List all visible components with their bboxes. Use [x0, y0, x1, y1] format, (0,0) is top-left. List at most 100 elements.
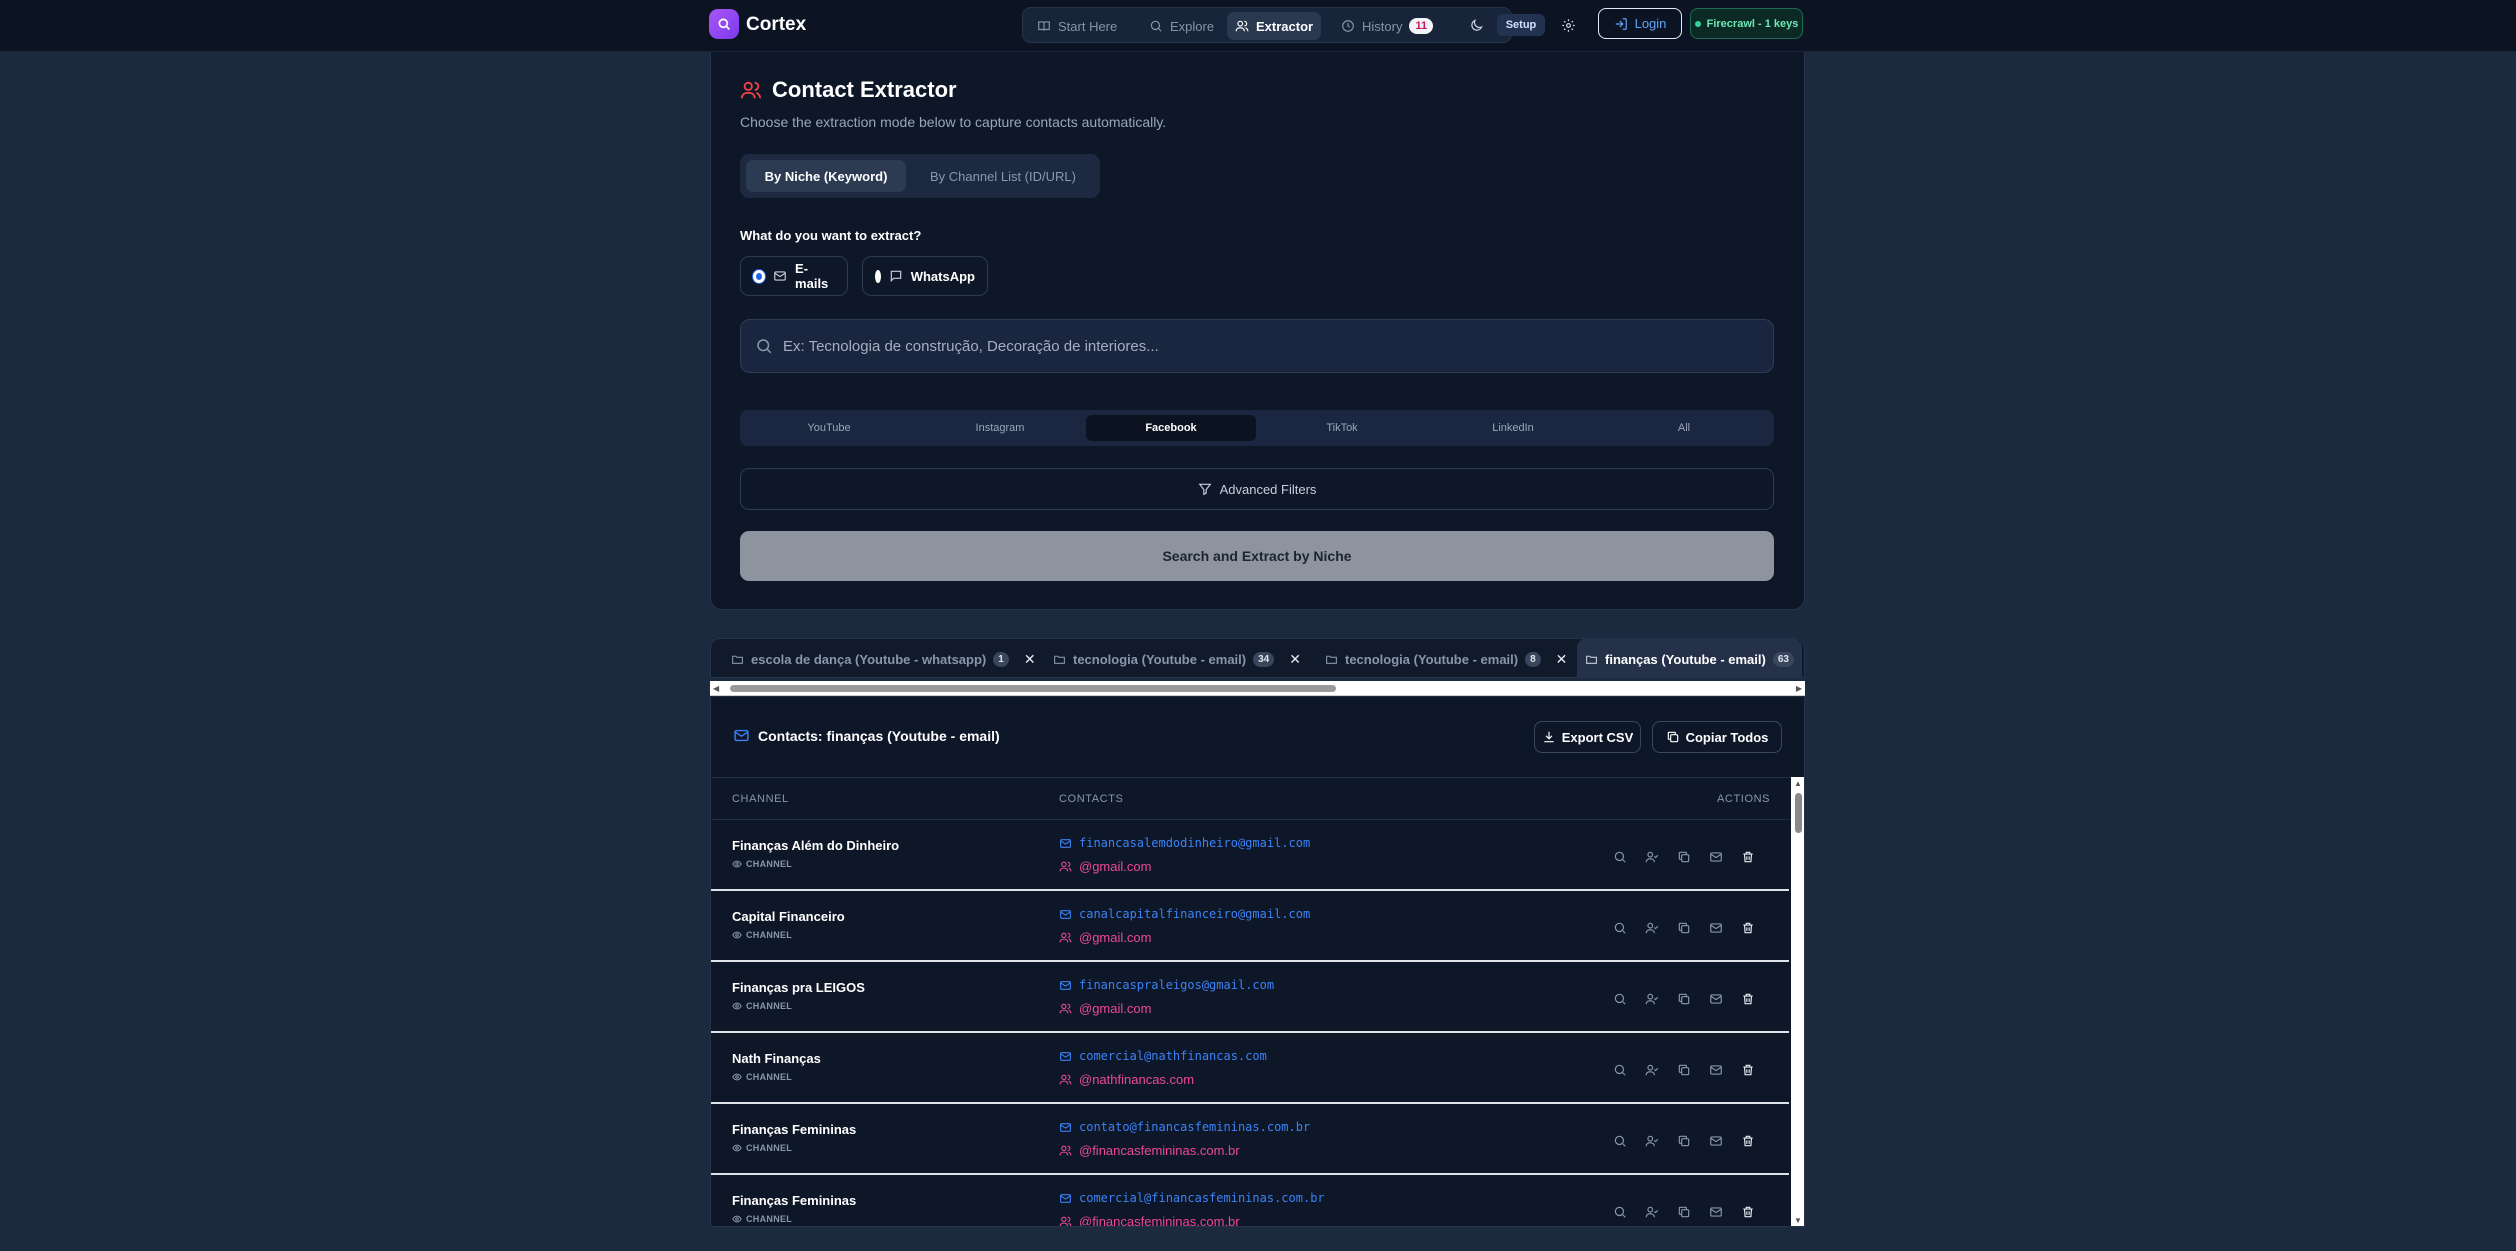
copy-icon[interactable]: [1675, 990, 1693, 1008]
export-csv-button[interactable]: Export CSV: [1534, 721, 1641, 753]
mail-icon[interactable]: [1707, 1132, 1725, 1150]
trash-icon[interactable]: [1739, 990, 1757, 1008]
scrollbar-thumb[interactable]: [730, 685, 1336, 692]
brand-name[interactable]: Cortex: [746, 14, 806, 36]
login-button[interactable]: Login: [1598, 8, 1682, 39]
close-icon[interactable]: ✕: [1289, 651, 1301, 668]
search-icon[interactable]: [1611, 1203, 1629, 1221]
advanced-filters-button[interactable]: Advanced Filters: [740, 468, 1774, 510]
tab-label: escola de dança (Youtube - whatsapp): [751, 651, 987, 667]
trash-icon[interactable]: [1739, 1061, 1757, 1079]
table-row[interactable]: Finanças Femininas CHANNEL contato@financa…: [711, 1104, 1789, 1175]
result-tab[interactable]: escola de dança (Youtube - whatsapp) 1 ✕: [731, 639, 1036, 677]
platform-instagram[interactable]: Instagram: [915, 415, 1085, 441]
setup-button[interactable]: Setup: [1497, 14, 1545, 36]
copy-icon[interactable]: [1675, 1061, 1693, 1079]
copy-all-button[interactable]: Copiar Todos: [1652, 721, 1782, 753]
mail-icon[interactable]: [1707, 990, 1725, 1008]
user-check-icon[interactable]: [1643, 919, 1661, 937]
user-check-icon[interactable]: [1643, 990, 1661, 1008]
mode-by-channel-list[interactable]: By Channel List (ID/URL): [912, 160, 1094, 192]
result-tab[interactable]: tecnologia (Youtube - email) 8 ✕: [1325, 639, 1568, 677]
platform-facebook[interactable]: Facebook: [1086, 415, 1256, 441]
mail-icon[interactable]: [1707, 1203, 1725, 1221]
nav-explore[interactable]: Explore: [1141, 12, 1222, 40]
contact-handle[interactable]: @financasfemininas.com.br: [1059, 1143, 1240, 1158]
contact-handle[interactable]: @gmail.com: [1059, 930, 1151, 945]
copy-icon[interactable]: [1675, 848, 1693, 866]
scroll-right-arrow-icon[interactable]: ▶: [1796, 684, 1802, 693]
copy-icon[interactable]: [1675, 1132, 1693, 1150]
table-row[interactable]: Capital Financeiro CHANNEL canalcapitalfin…: [711, 891, 1789, 962]
trash-icon[interactable]: [1739, 1203, 1757, 1221]
table-row[interactable]: Nath Finanças CHANNEL comercial@nathfinanc…: [711, 1033, 1789, 1104]
channel-name[interactable]: Finanças Femininas: [732, 1193, 856, 1208]
contact-handle[interactable]: @gmail.com: [1059, 859, 1151, 874]
scroll-up-arrow-icon[interactable]: ▲: [1794, 779, 1802, 788]
user-check-icon[interactable]: [1643, 848, 1661, 866]
logo-icon[interactable]: [709, 9, 739, 39]
search-extract-button[interactable]: Search and Extract by Niche: [740, 531, 1774, 581]
scrollbar-thumb[interactable]: [1795, 793, 1802, 833]
tabs-horizontal-scrollbar[interactable]: ◀ ▶: [710, 681, 1805, 696]
option-emails[interactable]: E-mails: [740, 256, 848, 296]
copy-icon[interactable]: [1675, 919, 1693, 937]
contact-email[interactable]: canalcapitalfinanceiro@gmail.com: [1059, 907, 1310, 921]
nav-start-here[interactable]: Start Here: [1029, 12, 1125, 40]
mail-icon[interactable]: [1707, 1061, 1725, 1079]
scroll-down-arrow-icon[interactable]: ▼: [1794, 1216, 1802, 1225]
search-icon[interactable]: [1611, 990, 1629, 1008]
trash-icon[interactable]: [1739, 1132, 1757, 1150]
table-row[interactable]: Finanças Femininas CHANNEL comercial@finan…: [711, 1175, 1789, 1226]
table-row[interactable]: Finanças Além do Dinheiro CHANNEL financas…: [711, 820, 1789, 891]
channel-type: CHANNEL: [732, 1214, 792, 1224]
contact-email[interactable]: financaspraleigos@gmail.com: [1059, 978, 1274, 992]
gear-icon[interactable]: [1556, 13, 1580, 37]
contact-handle[interactable]: @nathfinancas.com: [1059, 1072, 1194, 1087]
nav-history[interactable]: History 11: [1333, 12, 1441, 40]
search-icon[interactable]: [1611, 919, 1629, 937]
user-check-icon[interactable]: [1643, 1203, 1661, 1221]
contact-email[interactable]: contato@financasfemininas.com.br: [1059, 1120, 1310, 1134]
channel-name[interactable]: Finanças Além do Dinheiro: [732, 838, 899, 853]
search-icon[interactable]: [1611, 848, 1629, 866]
mode-by-niche[interactable]: By Niche (Keyword): [746, 160, 906, 192]
result-tab[interactable]: tecnologia (Youtube - email) 34 ✕: [1053, 639, 1301, 677]
mail-icon[interactable]: [1707, 919, 1725, 937]
search-icon[interactable]: [1611, 1061, 1629, 1079]
channel-name[interactable]: Finanças Femininas: [732, 1122, 856, 1137]
contact-email[interactable]: comercial@financasfemininas.com.br: [1059, 1191, 1325, 1205]
table-row[interactable]: Finanças pra LEIGOS CHANNEL financaspralei…: [711, 962, 1789, 1033]
platform-youtube[interactable]: YouTube: [744, 415, 914, 441]
close-icon[interactable]: ✕: [1556, 651, 1568, 668]
firecrawl-status-badge[interactable]: Firecrawl - 1 keys: [1690, 8, 1803, 39]
table-vertical-scrollbar[interactable]: ▲ ▼: [1791, 777, 1804, 1226]
channel-name[interactable]: Nath Finanças: [732, 1051, 821, 1066]
tab-count-badge: 63: [1772, 651, 1794, 667]
platform-all[interactable]: All: [1599, 415, 1769, 441]
search-icon[interactable]: [1611, 1132, 1629, 1150]
mail-icon[interactable]: [1707, 848, 1725, 866]
contact-email[interactable]: comercial@nathfinancas.com: [1059, 1049, 1267, 1063]
contact-handle[interactable]: @financasfemininas.com.br: [1059, 1214, 1240, 1226]
moon-icon[interactable]: [1464, 13, 1488, 37]
platform-tiktok[interactable]: TikTok: [1257, 415, 1427, 441]
nav-extractor[interactable]: Extractor: [1227, 12, 1322, 40]
user-check-icon[interactable]: [1643, 1061, 1661, 1079]
platform-linkedin[interactable]: LinkedIn: [1428, 415, 1598, 441]
trash-icon[interactable]: [1739, 919, 1757, 937]
users-icon: [1059, 860, 1072, 873]
copy-icon[interactable]: [1675, 1203, 1693, 1221]
result-tab-active[interactable]: finanças (Youtube - email) 63: [1577, 639, 1802, 677]
close-icon[interactable]: ✕: [1024, 651, 1036, 668]
channel-name[interactable]: Finanças pra LEIGOS: [732, 980, 865, 995]
user-check-icon[interactable]: [1643, 1132, 1661, 1150]
trash-icon[interactable]: [1739, 848, 1757, 866]
option-whatsapp[interactable]: WhatsApp: [862, 256, 988, 296]
channel-name[interactable]: Capital Financeiro: [732, 909, 845, 924]
users-icon: [1059, 931, 1072, 944]
contact-email[interactable]: financasalemdodinheiro@gmail.com: [1059, 836, 1310, 850]
contact-handle[interactable]: @gmail.com: [1059, 1001, 1151, 1016]
scroll-left-arrow-icon[interactable]: ◀: [713, 684, 719, 693]
niche-search-input[interactable]: [783, 320, 1763, 372]
